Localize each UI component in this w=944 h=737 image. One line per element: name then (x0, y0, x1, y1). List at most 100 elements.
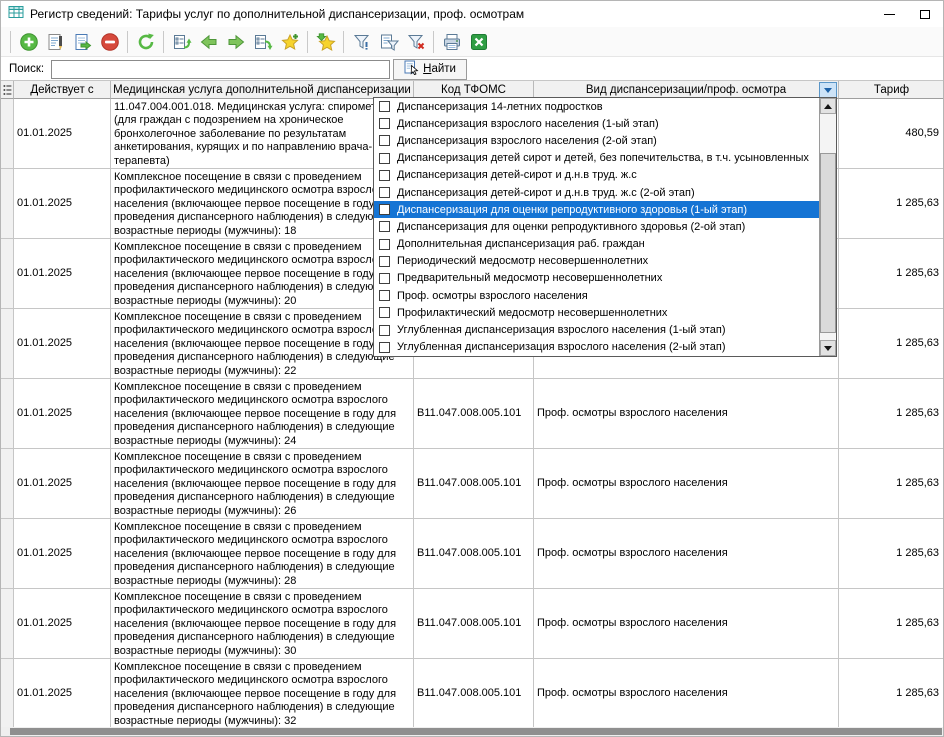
cell-valid-from[interactable]: 01.01.2025 (14, 449, 111, 519)
row-marker-cell[interactable] (1, 309, 14, 379)
scroll-down-button[interactable] (820, 340, 836, 356)
table-row[interactable]: 01.01.2025 Комплексное посещение в связи… (1, 519, 944, 589)
cell-tfoms-code[interactable]: B11.047.008.005.101 (414, 589, 534, 659)
cell-valid-from[interactable]: 01.01.2025 (14, 519, 111, 589)
checkbox[interactable] (379, 153, 390, 164)
row-marker-cell[interactable] (1, 519, 14, 589)
filter-dropdown-item[interactable]: Диспансеризация детей-сирот и д.н.в труд… (374, 184, 819, 201)
table-row[interactable]: 01.01.2025 Комплексное посещение в связи… (1, 659, 944, 729)
column-header-valid-from[interactable]: Действует с (14, 81, 111, 99)
filter-dropdown-item[interactable]: Углубленная диспансеризация взрослого на… (374, 339, 819, 356)
cell-service[interactable]: Комплексное посещение в связи с проведен… (111, 379, 414, 449)
detail-form-prev-button[interactable] (171, 31, 193, 53)
cell-tariff[interactable]: 1 285,63 (839, 169, 944, 239)
checkbox[interactable] (379, 187, 390, 198)
cell-valid-from[interactable]: 01.01.2025 (14, 99, 111, 169)
refresh-button[interactable] (135, 31, 157, 53)
cell-kind[interactable]: Проф. осмотры взрослого населения (534, 449, 839, 519)
cell-valid-from[interactable]: 01.01.2025 (14, 169, 111, 239)
delete-record-button[interactable] (99, 31, 121, 53)
filter-dropdown-item[interactable]: Дополнительная диспансеризация раб. граж… (374, 236, 819, 253)
cell-service[interactable]: Комплексное посещение в связи с проведен… (111, 589, 414, 659)
checkbox[interactable] (379, 273, 390, 284)
filter-dropdown-item[interactable]: Периодический медосмотр несовершеннолетн… (374, 253, 819, 270)
checkbox[interactable] (379, 101, 390, 112)
cell-service[interactable]: 11.047.004.001.018. Медицинская услуга: … (111, 99, 414, 169)
minimize-button[interactable] (871, 1, 907, 27)
favorites-add-button[interactable] (279, 31, 301, 53)
prev-record-button[interactable] (198, 31, 220, 53)
filter-dropdown-item[interactable]: Профилактический медосмотр несовершеннол… (374, 304, 819, 321)
search-input[interactable] (51, 60, 390, 79)
checkbox[interactable] (379, 135, 390, 146)
cell-service[interactable]: Комплексное посещение в связи с проведен… (111, 659, 414, 729)
horizontal-scrollbar[interactable] (1, 727, 943, 736)
cell-kind[interactable]: Проф. осмотры взрослого населения (534, 589, 839, 659)
detail-form-next-button[interactable] (252, 31, 274, 53)
cell-tariff[interactable]: 1 285,63 (839, 309, 944, 379)
checkbox[interactable] (379, 325, 390, 336)
cell-service[interactable]: Комплексное посещение в связи с проведен… (111, 239, 414, 309)
scroll-up-button[interactable] (820, 98, 836, 114)
save-record-button[interactable] (72, 31, 94, 53)
cell-tariff[interactable]: 480,59 (839, 99, 944, 169)
column-filter-dropdown-button[interactable] (819, 82, 837, 98)
cell-kind[interactable]: Проф. осмотры взрослого населения (534, 659, 839, 729)
filter-dropdown-item[interactable]: Диспансеризация детей-сирот и д.н.в труд… (374, 167, 819, 184)
filter-custom-button[interactable] (378, 31, 400, 53)
cell-tfoms-code[interactable]: B11.047.008.005.101 (414, 379, 534, 449)
cell-valid-from[interactable]: 01.01.2025 (14, 309, 111, 379)
filter-dropdown-item[interactable]: Диспансеризация детей сирот и детей, без… (374, 150, 819, 167)
column-header-tariff[interactable]: Тариф (839, 81, 944, 99)
cell-tfoms-code[interactable]: B11.047.008.005.101 (414, 449, 534, 519)
table-row[interactable]: 01.01.2025 Комплексное посещение в связи… (1, 449, 944, 519)
export-excel-button[interactable] (468, 31, 490, 53)
checkbox[interactable] (379, 342, 390, 353)
edit-record-button[interactable] (45, 31, 67, 53)
cell-tariff[interactable]: 1 285,63 (839, 449, 944, 519)
cell-service[interactable]: Комплексное посещение в связи с проведен… (111, 449, 414, 519)
cell-tariff[interactable]: 1 285,63 (839, 589, 944, 659)
filter-dropdown-item[interactable]: Диспансеризация для оценки репродуктивно… (374, 201, 819, 218)
checkbox[interactable] (379, 239, 390, 250)
filter-dropdown-item[interactable]: Проф. осмотры взрослого населения (374, 287, 819, 304)
row-marker-cell[interactable] (1, 239, 14, 309)
favorites-apply-button[interactable] (315, 31, 337, 53)
filter-clear-button[interactable] (405, 31, 427, 53)
checkbox[interactable] (379, 204, 390, 215)
add-record-button[interactable] (18, 31, 40, 53)
find-button[interactable]: Найти (393, 59, 467, 80)
print-button[interactable] (441, 31, 463, 53)
row-marker-cell[interactable] (1, 659, 14, 729)
row-marker-cell[interactable] (1, 589, 14, 659)
cell-tariff[interactable]: 1 285,63 (839, 519, 944, 589)
checkbox[interactable] (379, 290, 390, 301)
maximize-button[interactable] (907, 1, 943, 27)
checkbox[interactable] (379, 118, 390, 129)
filter-dropdown-item[interactable]: Углубленная диспансеризация взрослого на… (374, 321, 819, 338)
row-marker-cell[interactable] (1, 379, 14, 449)
checkbox[interactable] (379, 170, 390, 181)
table-row[interactable]: 01.01.2025 Комплексное посещение в связи… (1, 379, 944, 449)
row-marker-cell[interactable] (1, 99, 14, 169)
filter-dropdown-item[interactable]: Предварительный медосмотр несовершенноле… (374, 270, 819, 287)
cell-kind[interactable]: Проф. осмотры взрослого населения (534, 519, 839, 589)
cell-tfoms-code[interactable]: B11.047.008.005.101 (414, 519, 534, 589)
next-record-button[interactable] (225, 31, 247, 53)
table-row[interactable]: 01.01.2025 Комплексное посещение в связи… (1, 589, 944, 659)
checkbox[interactable] (379, 307, 390, 318)
cell-service[interactable]: Комплексное посещение в связи с проведен… (111, 519, 414, 589)
cell-valid-from[interactable]: 01.01.2025 (14, 589, 111, 659)
column-header-service[interactable]: Медицинская услуга дополнительной диспан… (111, 81, 414, 99)
filter-dropdown-item[interactable]: Диспансеризация 14-летних подростков (374, 98, 819, 115)
cell-kind[interactable]: Проф. осмотры взрослого населения (534, 379, 839, 449)
cell-tfoms-code[interactable]: B11.047.008.005.101 (414, 659, 534, 729)
horizontal-scrollbar-thumb[interactable] (10, 728, 942, 735)
scrollbar-track[interactable] (820, 114, 836, 340)
row-marker-cell[interactable] (1, 449, 14, 519)
filter-dropdown-item[interactable]: Диспансеризация для оценки репродуктивно… (374, 218, 819, 235)
checkbox[interactable] (379, 221, 390, 232)
cell-tariff[interactable]: 1 285,63 (839, 379, 944, 449)
scrollbar-thumb[interactable] (820, 153, 836, 333)
cell-service[interactable]: Комплексное посещение в связи с проведен… (111, 169, 414, 239)
